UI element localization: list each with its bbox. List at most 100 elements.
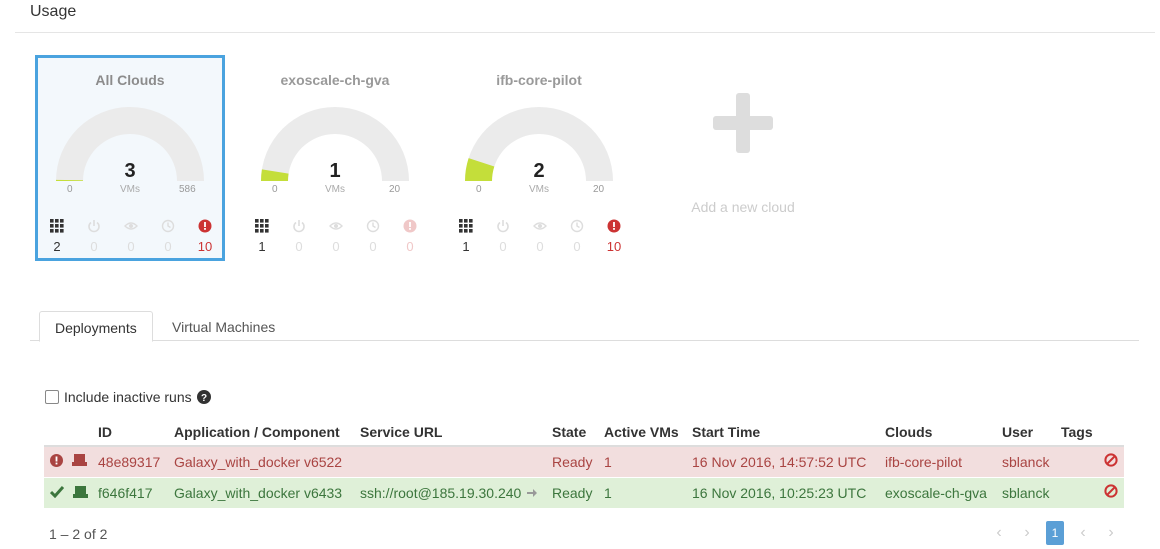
vm-count: 2 [533,160,545,182]
stat-watching-value: 0 [127,239,135,254]
stat-pending[interactable]: 0 [565,218,589,254]
stat-watching-value: 0 [536,239,544,254]
stat-errors-value: 0 [406,239,414,254]
stat-errors-value: 10 [197,239,213,254]
exclamation-circle-icon [403,219,417,233]
stat-errors-value: 10 [606,239,622,254]
stat-watching[interactable]: 0 [119,218,143,254]
stat-pending-value: 0 [573,239,581,254]
eye-icon [124,222,138,230]
stat-total[interactable]: 1 [454,218,478,254]
cloud-card[interactable]: ifb-core-pilot 2 VMs 0 20 1 0 0 0 10 [444,55,634,261]
exclamation-circle-icon [607,219,621,233]
page-title: Usage [30,3,77,20]
stat-power-value: 0 [90,239,98,254]
stat-power[interactable]: 0 [491,218,515,254]
run-user: sblanck [998,476,1057,508]
grid-icon [50,219,64,233]
include-inactive-filter: Include inactive runs ? [45,389,211,405]
prev-page-button[interactable]: › [1013,521,1041,545]
tab-virtual-machines[interactable]: Virtual Machines [157,311,290,342]
exclamation-circle-icon [50,453,63,467]
run-cloud: ifb-core-pilot [881,445,998,477]
clock-icon [570,219,584,233]
vm-count: 3 [124,160,136,182]
stat-pending-value: 0 [369,239,377,254]
stat-watching[interactable]: 0 [528,218,552,254]
stat-power-value: 0 [499,239,507,254]
plus-icon [713,93,773,153]
cloud-card[interactable]: All Clouds 3 VMs 0 586 2 0 0 0 10 [35,55,225,261]
run-active-vms: 1 [600,445,688,477]
gauge-min-label: 0 [476,184,482,195]
question-circle-icon[interactable]: ? [196,390,211,404]
col-header-user[interactable]: User [998,418,1057,447]
run-application: Galaxy_with_docker v6522 [170,445,356,477]
cloud-card[interactable]: exoscale-ch-gva 1 VMs 0 20 1 0 0 0 0 [240,55,430,261]
stat-pending[interactable]: 0 [361,218,385,254]
table-row[interactable]: f646f417 Galaxy_with_docker v6433 ssh://… [44,476,1124,508]
include-inactive-label[interactable]: Include inactive runs [64,389,192,405]
eye-icon [533,222,547,230]
include-inactive-checkbox[interactable] [45,390,59,404]
run-tags-cell [1057,476,1124,508]
pagination: ‹ › 1 ‹ › [985,521,1125,545]
last-page-button[interactable]: › [1097,521,1125,545]
run-state: Ready [548,476,600,508]
col-header-state[interactable]: State [548,418,600,447]
run-id-link[interactable]: f646f417 [94,476,170,508]
add-cloud-label: Add a new cloud [691,199,795,215]
stat-watching[interactable]: 0 [324,218,348,254]
title-divider [15,32,1155,33]
gauge-max-label: 586 [179,184,196,195]
col-header-active-vms[interactable]: Active VMs [600,418,688,447]
clock-icon [161,219,175,233]
next-page-button[interactable]: ‹ [1069,521,1097,545]
current-page-button[interactable]: 1 [1046,521,1064,545]
stat-total[interactable]: 2 [45,218,69,254]
stat-total[interactable]: 1 [250,218,274,254]
gauge-max-label: 20 [389,184,401,195]
stat-pending-value: 0 [164,239,172,254]
run-id-link[interactable]: 48e89317 [94,445,170,477]
stat-errors[interactable]: 10 [602,218,626,254]
power-icon [88,220,100,233]
cloud-name: exoscale-ch-gva [280,72,390,88]
run-active-vms: 1 [600,476,688,508]
col-header-tags[interactable]: Tags [1057,418,1124,447]
pagination-summary: 1 – 2 of 2 [49,526,108,542]
stat-errors[interactable]: 0 [398,218,422,254]
stat-power[interactable]: 0 [82,218,106,254]
terminate-icon[interactable] [1104,484,1118,498]
first-page-button[interactable]: ‹ [985,521,1013,545]
table-row[interactable]: 48e89317 Galaxy_with_docker v6522 Ready … [44,445,1124,477]
col-header-id[interactable]: ID [94,418,170,447]
col-header-start-time[interactable]: Start Time [688,418,881,447]
run-cloud: exoscale-ch-gva [881,476,998,508]
col-header-clouds[interactable]: Clouds [881,418,998,447]
power-icon [293,220,305,233]
arrow-right-icon[interactable] [527,488,538,498]
cloud-name: ifb-core-pilot [496,72,582,88]
run-user: sblanck [998,445,1057,477]
run-service-url-cell: ssh://root@185.19.30.240 [356,476,548,508]
status-column-header [44,418,94,447]
col-header-service-url[interactable]: Service URL [356,418,548,447]
gauge-min-label: 0 [272,184,278,195]
table-header-row: ID Application / Component Service URL S… [44,418,1124,447]
stat-pending[interactable]: 0 [156,218,180,254]
stat-total-value: 1 [258,239,266,254]
add-cloud-card[interactable]: Add a new cloud [668,88,818,228]
row-status-cell [44,445,94,477]
run-service-url [356,445,548,477]
grid-icon [255,219,269,233]
tab-deployments[interactable]: Deployments [39,311,153,342]
run-service-url[interactable]: ssh://root@185.19.30.240 [360,485,521,501]
stat-errors[interactable]: 10 [193,218,217,254]
exclamation-circle-icon [198,219,212,233]
cloud-name: All Clouds [95,72,165,88]
stat-power[interactable]: 0 [287,218,311,254]
terminate-icon[interactable] [1104,453,1118,467]
col-header-application[interactable]: Application / Component [170,418,356,447]
vm-unit-label: VMs [529,184,549,195]
